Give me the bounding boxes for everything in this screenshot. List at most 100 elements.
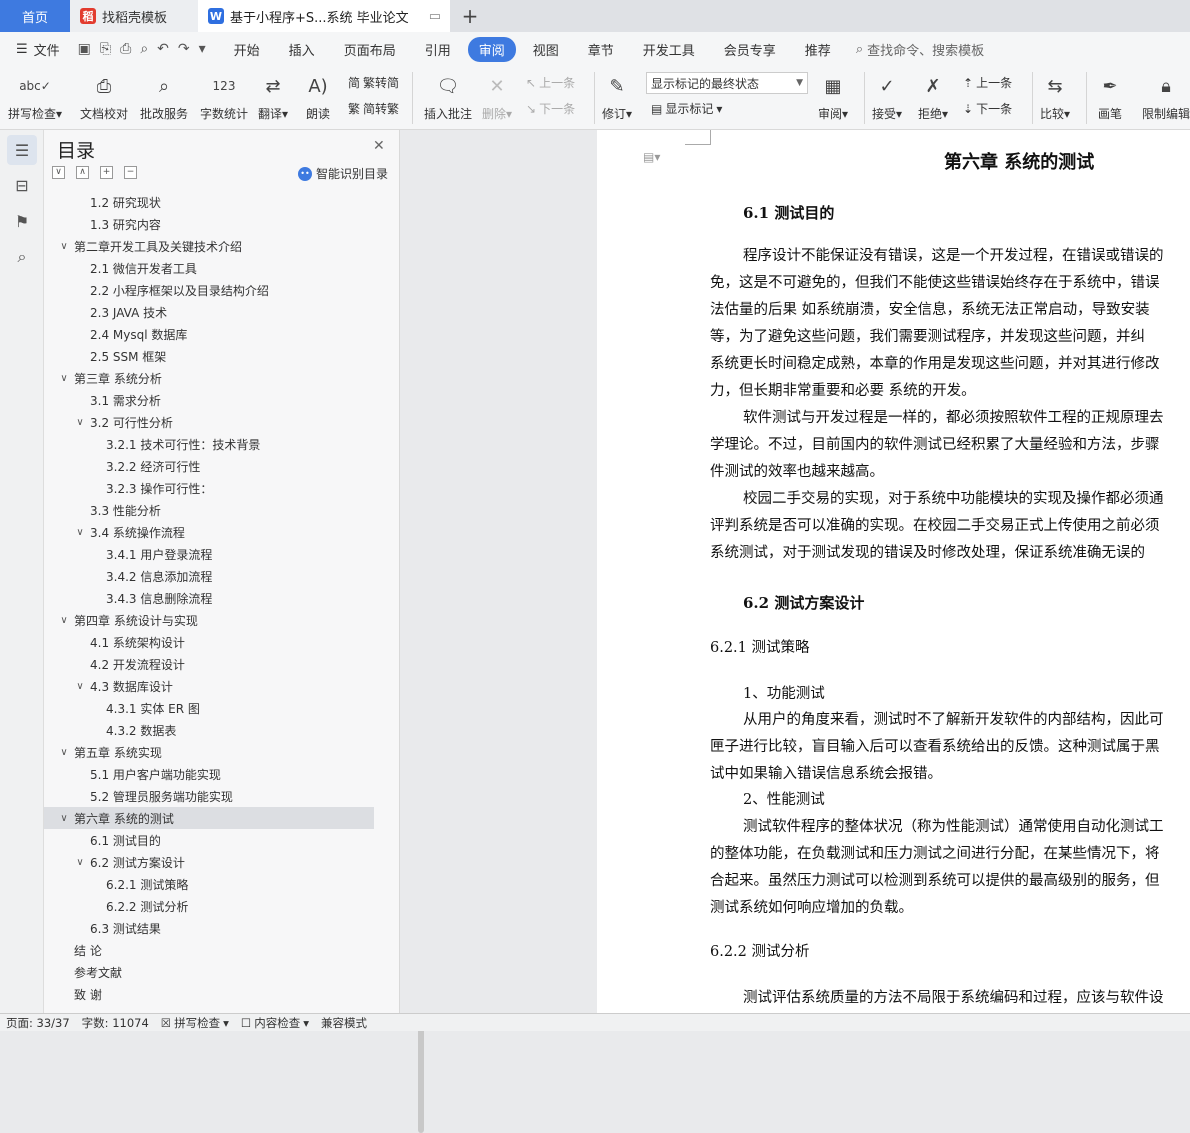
tab-template[interactable]: 稻 找稻壳模板 — [70, 0, 198, 32]
word-count-button[interactable]: 123 字数统计 — [200, 68, 248, 122]
tab-start[interactable]: 开始 — [222, 37, 272, 62]
toc-item[interactable]: 3.4.2 信息添加流程 — [44, 565, 374, 587]
markup-state-select[interactable]: 显示标记的最终状态 ▼ — [646, 72, 808, 94]
chevron-down-icon[interactable]: ∨ — [58, 747, 70, 758]
tab-page-layout[interactable]: 页面布局 — [332, 37, 408, 62]
undo-icon[interactable]: ↶ — [157, 41, 169, 57]
toc-item[interactable]: 1.3 研究内容 — [44, 213, 374, 235]
chevron-down-icon[interactable]: ∨ — [58, 615, 70, 626]
chevron-down-icon[interactable]: ∨ — [74, 527, 86, 538]
insert-comment-button[interactable]: 🗨 插入批注 — [424, 68, 472, 122]
content-check-status[interactable]: ☐ 内容检查 ▾ — [235, 1015, 315, 1031]
tab-view[interactable]: 视图 — [521, 37, 571, 62]
file-menu[interactable]: ☰ 文件 — [0, 40, 70, 59]
tab-recommend[interactable]: 推荐 — [793, 37, 843, 62]
toc-item[interactable]: 6.1 测试目的 — [44, 829, 374, 851]
toc-item[interactable]: ∨ 第四章 系统设计与实现 — [44, 609, 374, 631]
chevron-down-icon[interactable]: ∨ — [58, 241, 70, 252]
toc-item[interactable]: 1.2 研究现状 — [44, 191, 374, 213]
word-count-indicator[interactable]: 字数: 11074 — [76, 1015, 155, 1031]
tab-references[interactable]: 引用 — [413, 37, 463, 62]
toc-item[interactable]: ∨ 第五章 系统实现 — [44, 741, 374, 763]
toc-item[interactable]: 6.2.2 测试分析 — [44, 895, 374, 917]
save-icon[interactable]: ▣ — [78, 41, 91, 57]
toc-item[interactable]: 致 谢 — [44, 983, 374, 1005]
toc-item[interactable]: ∨ 4.3 数据库设计 — [44, 675, 374, 697]
pin-icon[interactable]: ▭ — [429, 9, 441, 24]
toc-item[interactable]: 4.3.2 数据表 — [44, 719, 374, 741]
chevron-down-icon[interactable]: ∨ — [74, 681, 86, 692]
chevron-down-icon[interactable]: ∨ — [74, 417, 86, 428]
read-aloud-button[interactable]: A) 朗读 — [304, 68, 332, 122]
delete-comment-button[interactable]: ✕ 删除▾ — [482, 68, 512, 122]
chevron-down-icon[interactable]: ∨ — [74, 857, 86, 868]
accept-button[interactable]: ✓ 接受▾ — [872, 68, 902, 122]
smart-toc-button[interactable]: •• 智能识别目录 — [298, 165, 388, 182]
review-pane-button[interactable]: ▦ 审阅▾ — [818, 68, 848, 122]
toc-item[interactable]: 2.5 SSM 框架 — [44, 345, 374, 367]
toc-item[interactable]: 3.2.1 技术可行性：技术背景 — [44, 433, 374, 455]
toc-item[interactable]: 4.1 系统架构设计 — [44, 631, 374, 653]
toc-panel-icon[interactable]: ☰ — [7, 135, 37, 165]
command-search[interactable]: ⌕ 查找命令、搜索模板 — [856, 40, 984, 59]
toc-item[interactable]: 6.2.1 测试策略 — [44, 873, 374, 895]
bookmark-icon[interactable]: ⚑ — [7, 206, 37, 236]
next-change-button[interactable]: ⇣ 下一条 — [963, 100, 1012, 117]
show-markup-button[interactable]: ▤ 显示标记 ▾ — [651, 100, 722, 117]
simp-to-trad-button[interactable]: 繁简转繁 — [348, 100, 399, 117]
expand-all-icon[interactable]: ∨ — [52, 166, 65, 179]
prev-change-button[interactable]: ⇡ 上一条 — [963, 74, 1012, 91]
reject-button[interactable]: ✗ 拒绝▾ — [918, 68, 948, 122]
spellcheck-button[interactable]: abc✓ 拼写检查▾ — [8, 68, 62, 122]
toc-item[interactable]: 3.4.3 信息删除流程 — [44, 587, 374, 609]
toc-item[interactable]: 4.2 开发流程设计 — [44, 653, 374, 675]
chevron-down-icon[interactable]: ∨ — [58, 813, 70, 824]
toc-item[interactable]: 2.1 微信开发者工具 — [44, 257, 374, 279]
paragraph-menu-icon[interactable]: ▤▾ — [643, 150, 660, 164]
redo-icon[interactable]: ↷ — [178, 41, 190, 57]
print-icon[interactable]: ⎙ — [120, 41, 131, 57]
customize-icon[interactable]: ▾ — [199, 41, 206, 57]
chapter-nav-icon[interactable]: ⊟ — [7, 170, 37, 200]
close-icon[interactable]: ✕ — [373, 138, 385, 154]
collapse-all-icon[interactable]: ∧ — [76, 166, 89, 179]
tab-insert[interactable]: 插入 — [277, 37, 327, 62]
tab-home[interactable]: 首页 — [0, 0, 70, 32]
toc-item[interactable]: ∨ 3.4 系统操作流程 — [44, 521, 374, 543]
tab-review[interactable]: 审阅 — [467, 36, 516, 62]
tab-chapter[interactable]: 章节 — [576, 37, 626, 62]
toc-item[interactable]: 2.2 小程序框架以及目录结构介绍 — [44, 279, 374, 301]
toc-item[interactable]: ∨ 第二章开发工具及关键技术介绍 — [44, 235, 374, 257]
toc-item[interactable]: 3.4.1 用户登录流程 — [44, 543, 374, 565]
compare-button[interactable]: ⇆ 比较▾ — [1040, 68, 1070, 122]
toc-item[interactable]: 4.3.1 实体 ER 图 — [44, 697, 374, 719]
toc-item[interactable]: ∨ 6.2 测试方案设计 — [44, 851, 374, 873]
add-heading-icon[interactable]: + — [100, 166, 113, 179]
chevron-down-icon[interactable]: ∨ — [58, 373, 70, 384]
toc-item[interactable]: ∨ 第六章 系统的测试 — [44, 807, 374, 829]
toc-item[interactable]: 2.3 JAVA 技术 — [44, 301, 374, 323]
toc-item[interactable]: 6.3 测试结果 — [44, 917, 374, 939]
next-comment-button[interactable]: ↘ 下一条 — [526, 100, 575, 117]
tab-document[interactable]: W 基于小程序+S...系统 毕业论文 ▭ ✕ — [198, 0, 450, 32]
trad-to-simp-button[interactable]: 简繁转简 — [348, 74, 399, 91]
export-icon[interactable]: ⎘ — [100, 41, 111, 57]
print-preview-icon[interactable]: ⌕ — [140, 41, 148, 57]
batch-service-button[interactable]: ⌕ 批改服务 — [140, 68, 188, 122]
toc-item[interactable]: 3.2.2 经济可行性 — [44, 455, 374, 477]
toc-item[interactable]: 2.4 Mysql 数据库 — [44, 323, 374, 345]
toc-item[interactable]: 3.3 性能分析 — [44, 499, 374, 521]
search-icon[interactable]: ⌕ — [7, 242, 37, 272]
pen-button[interactable]: ✒ 画笔 — [1096, 68, 1124, 122]
toc-item[interactable]: ∨ 3.2 可行性分析 — [44, 411, 374, 433]
restrict-edit-button[interactable]: 🔒︎ 限制编辑 — [1142, 68, 1190, 122]
toc-item[interactable]: ∨ 第三章 系统分析 — [44, 367, 374, 389]
remove-heading-icon[interactable]: − — [124, 166, 137, 179]
revise-button[interactable]: ✎ 修订▾ — [602, 68, 632, 122]
toc-item[interactable]: 3.1 需求分析 — [44, 389, 374, 411]
new-tab-button[interactable]: + — [450, 0, 490, 32]
prev-comment-button[interactable]: ↖ 上一条 — [526, 74, 575, 91]
tab-member[interactable]: 会员专享 — [712, 37, 788, 62]
toc-item[interactable]: 5.1 用户客户端功能实现 — [44, 763, 374, 785]
page-indicator[interactable]: 页面: 33/37 — [0, 1015, 76, 1031]
